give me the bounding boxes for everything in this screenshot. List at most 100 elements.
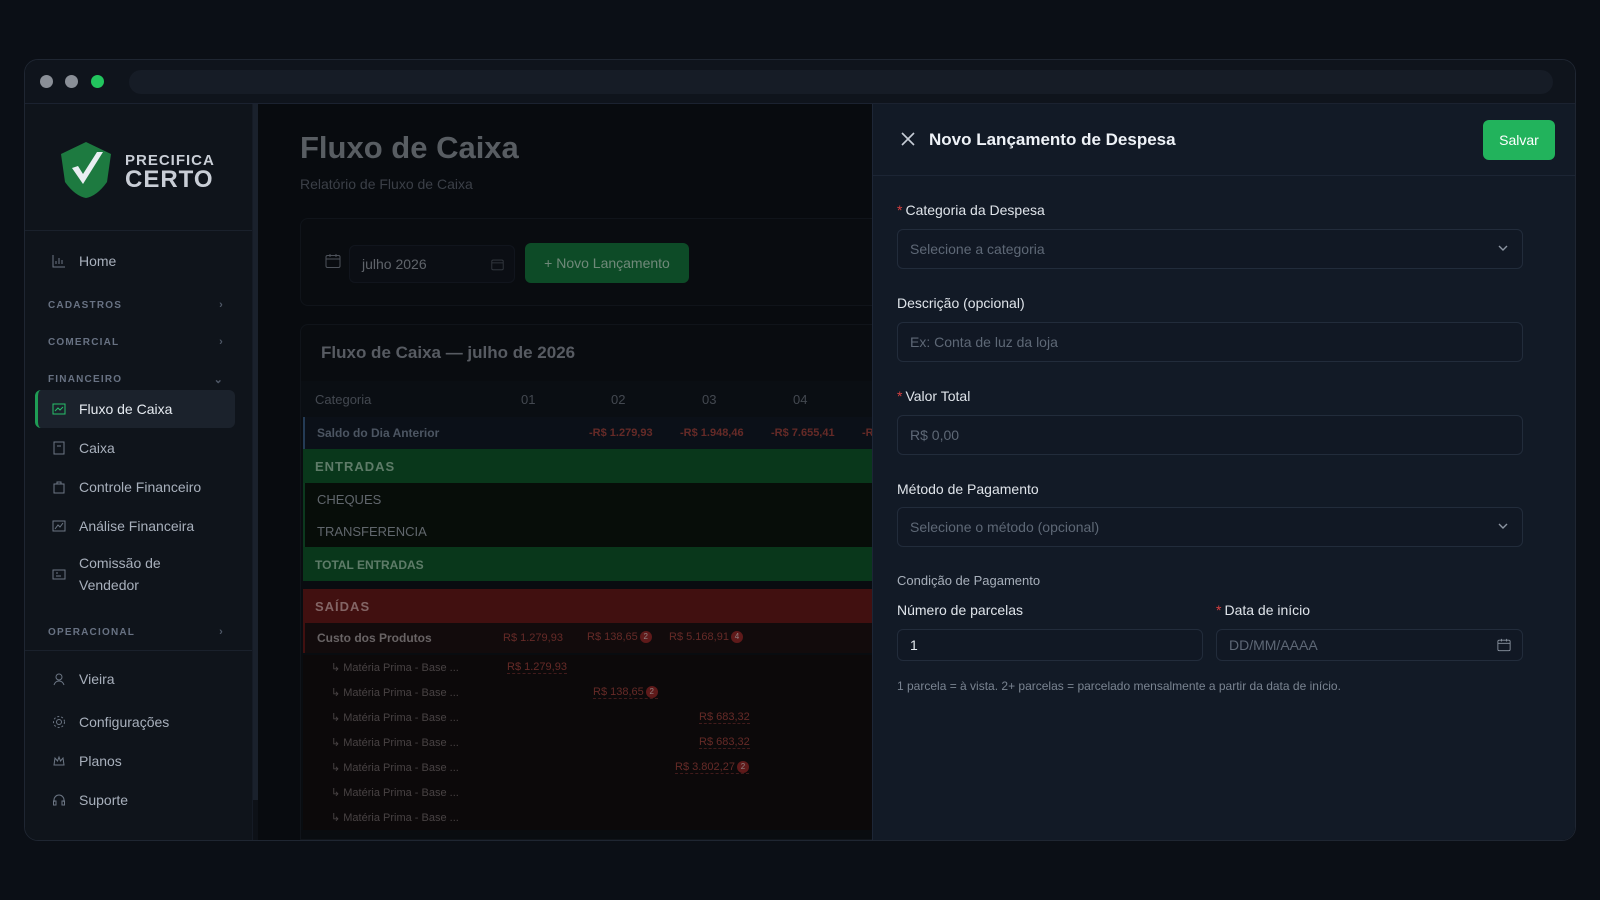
calendar-icon[interactable]: [1497, 638, 1511, 655]
sub-row-label: ↳ Matéria Prima - Base ...: [331, 712, 459, 724]
sidebar-item-suporte[interactable]: Suporte: [35, 781, 235, 819]
table-row-saidas-header: SAÍDAS: [303, 589, 939, 623]
sub-row-label: ↳ Matéria Prima - Base ...: [331, 787, 459, 799]
sidebar-item-home[interactable]: Home: [35, 242, 235, 280]
chevron-right-icon: ›: [219, 299, 224, 311]
table-row-total-entradas: TOTAL ENTRADAS: [303, 547, 939, 581]
sidebar-item-fluxo-de-caixa[interactable]: Fluxo de Caixa: [35, 390, 235, 428]
sidebar-item-label: Home: [79, 253, 117, 269]
label-text: Valor Total: [905, 388, 971, 404]
required-marker: *: [1216, 602, 1222, 618]
chevron-right-icon: ›: [219, 626, 224, 638]
table-cell: R$ 5.168,91 4: [669, 631, 743, 644]
analytics-icon: [51, 518, 67, 534]
sidebar-item-user[interactable]: Vieira: [35, 660, 235, 698]
table-row-saldo: Saldo do Dia Anterior -R$ 1.279,93 -R$ 1…: [303, 417, 939, 449]
table-cell: R$ 1.279,93: [503, 632, 563, 644]
month-picker[interactable]: julho 2026: [349, 245, 515, 283]
row-label: Custo dos Produtos: [317, 631, 432, 645]
brand-line2: CERTO: [125, 166, 214, 193]
page-title: Fluxo de Caixa: [300, 130, 519, 165]
payment-method-select[interactable]: Selecione o método (opcional): [897, 507, 1523, 547]
table-cell: -R$ 1.948,46: [680, 427, 744, 439]
bar-chart-icon: [51, 253, 67, 269]
headset-icon: [51, 792, 67, 808]
brand-logo[interactable]: PRECIFICA CERTO: [57, 140, 227, 206]
category-placeholder: Selecione a categoria: [910, 241, 1045, 257]
sidebar-item-label: Caixa: [79, 440, 115, 456]
sub-row: ↳ Matéria Prima - Base ...: [303, 805, 939, 830]
sidebar-item-label: Configurações: [79, 714, 170, 730]
installments-input[interactable]: 1: [897, 629, 1203, 661]
cell-value: R$ 1.279,93: [507, 661, 567, 673]
table-cell: -R$ 7.655,41: [771, 427, 835, 439]
sub-row: ↳ Matéria Prima - Base ... R$ 3.802,27 2: [303, 755, 939, 780]
section-comercial[interactable]: COMERCIAL ›: [48, 336, 224, 348]
category-label: * Categoria da Despesa: [897, 202, 1045, 218]
column-header: 03: [702, 392, 717, 407]
filter-bar: julho 2026 + Novo Lançamento: [300, 218, 940, 306]
table-title: Fluxo de Caixa — julho de 2026: [321, 343, 576, 362]
sub-row-value[interactable]: R$ 683,32: [699, 711, 750, 724]
user-icon: [51, 671, 67, 687]
label-text: Data de início: [1224, 602, 1311, 618]
table-cell: R$ 138,65 2: [587, 631, 652, 644]
section-label: COMERCIAL: [48, 336, 120, 348]
section-label: OPERACIONAL: [48, 626, 136, 638]
chevron-down-icon: ⌄: [213, 374, 224, 386]
installments-label: Número de parcelas: [897, 602, 1024, 618]
sub-row: ↳ Matéria Prima - Base ... R$ 138,65 2: [303, 680, 939, 705]
sidebar-item-label: Planos: [79, 753, 122, 769]
maximize-window-dot[interactable]: [91, 75, 104, 88]
chart-line-icon: [51, 401, 67, 417]
value-label: * Valor Total: [897, 388, 970, 404]
sidebar-divider: [25, 230, 252, 231]
sub-row-label: ↳ Matéria Prima - Base ...: [331, 812, 459, 824]
sub-row-label: ↳ Matéria Prima - Base ...: [331, 662, 459, 674]
sub-row-label: ↳ Matéria Prima - Base ...: [331, 687, 459, 699]
month-value: julho 2026: [362, 256, 427, 272]
section-cadastros[interactable]: CADASTROS ›: [48, 299, 224, 311]
logo-shield-icon: [61, 142, 111, 198]
table-header: Categoria 01 02 03 04: [301, 381, 939, 417]
count-badge: 2: [736, 761, 749, 774]
table-cell: -R$ 1.279,93: [589, 427, 653, 439]
address-bar[interactable]: [129, 70, 1553, 94]
section-financeiro[interactable]: FINANCEIRO ⌄: [48, 373, 224, 386]
row-label: CHEQUES: [317, 492, 382, 507]
close-window-dot[interactable]: [40, 75, 53, 88]
sub-row-value[interactable]: R$ 138,65 2: [593, 686, 658, 700]
section-label: FINANCEIRO: [48, 374, 123, 385]
row-label: TOTAL ENTRADAS: [315, 558, 424, 572]
sidebar-item-caixa[interactable]: Caixa: [35, 429, 235, 467]
required-marker: *: [897, 388, 903, 404]
cell-value: R$ 138,65: [587, 631, 638, 643]
description-input[interactable]: Ex: Conta de luz da loja: [897, 322, 1523, 362]
sidebar: PRECIFICA CERTO Home CADASTROS › COMERCIA…: [25, 104, 253, 840]
category-select[interactable]: Selecione a categoria: [897, 229, 1523, 269]
expense-drawer: Novo Lançamento de Despesa Salvar * Categ…: [872, 104, 1575, 840]
sidebar-item-planos[interactable]: Planos: [35, 742, 235, 780]
minimize-window-dot[interactable]: [65, 75, 78, 88]
new-entry-button[interactable]: + Novo Lançamento: [525, 243, 689, 283]
cash-register-icon: [51, 440, 67, 456]
row-label: Saldo do Dia Anterior: [317, 426, 440, 440]
sidebar-item-analise-financeira[interactable]: Análise Financeira: [35, 507, 235, 545]
chevron-down-icon: [1496, 519, 1510, 533]
save-button[interactable]: Salvar: [1483, 120, 1555, 160]
briefcase-icon: [51, 479, 67, 495]
sub-row-value[interactable]: R$ 1.279,93: [507, 661, 567, 674]
close-icon[interactable]: [899, 130, 917, 148]
sidebar-item-controle-financeiro[interactable]: Controle Financeiro: [35, 468, 235, 506]
required-marker: *: [897, 202, 903, 218]
start-date-input[interactable]: DD/MM/AAAA: [1216, 629, 1523, 661]
section-operacional[interactable]: OPERACIONAL ›: [48, 626, 224, 638]
row-label: TRANSFERENCIA: [317, 524, 427, 539]
sub-row-value[interactable]: R$ 3.802,27 2: [675, 761, 749, 775]
calendar-icon: [325, 253, 341, 274]
sidebar-item-comissao[interactable]: Comissão de Vendedor: [35, 546, 235, 602]
sidebar-item-configuracoes[interactable]: Configurações: [35, 703, 235, 741]
sub-row-value[interactable]: R$ 683,32: [699, 736, 750, 749]
value-input[interactable]: R$ 0,00: [897, 415, 1523, 455]
count-badge: 4: [730, 631, 743, 644]
